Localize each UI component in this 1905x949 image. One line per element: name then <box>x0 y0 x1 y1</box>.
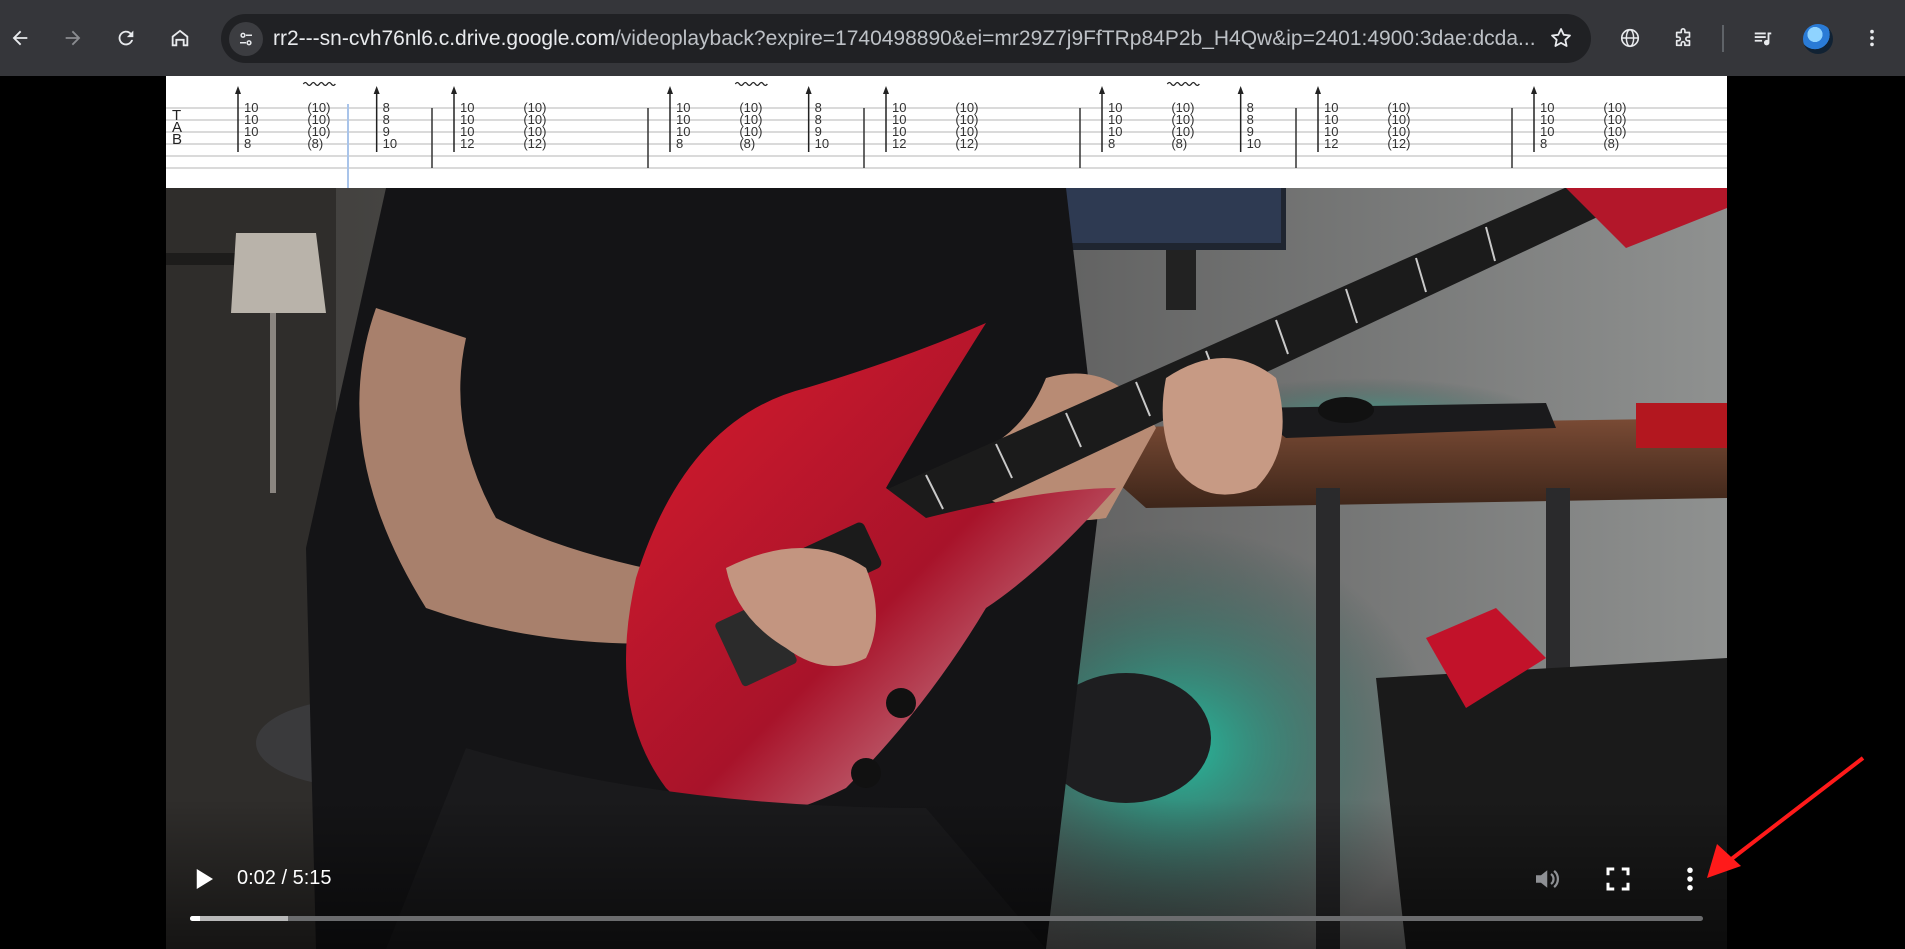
volume-icon[interactable] <box>1531 864 1561 894</box>
arrow-left-icon <box>12 30 28 46</box>
tab-vibrato-mark <box>302 81 336 87</box>
tab-fret-number: 8 <box>244 136 251 151</box>
video-player[interactable]: T A B 10 10 10 8 (10) (10) (10) (8) 8 8 9 10 10 10 10 12 (1… <box>166 76 1727 949</box>
star-icon[interactable] <box>1549 26 1573 50</box>
tab-fret-number: (12) <box>1387 136 1410 151</box>
tab-bend-arrowhead <box>667 86 673 94</box>
forward-button[interactable] <box>53 18 93 58</box>
tab-bend-arrowhead <box>1237 86 1244 94</box>
time-display: 0:02 / 5:15 <box>237 867 332 889</box>
translate-button[interactable] <box>1610 18 1650 58</box>
progress-bar[interactable] <box>190 916 1703 921</box>
tab-bend-arrowhead <box>1531 86 1537 94</box>
tab-fret-number: (8) <box>1171 136 1187 151</box>
tab-fret-number: 8 <box>1108 136 1115 151</box>
browser-menu-button[interactable] <box>1852 18 1892 58</box>
arrow-right-icon <box>65 30 81 46</box>
tab-fret-number: 8 <box>676 136 683 151</box>
media-control-icon <box>1754 32 1772 46</box>
progress-buffered <box>190 916 289 921</box>
home-button[interactable] <box>160 18 200 58</box>
site-info-button[interactable] <box>229 21 263 56</box>
tab-fret-number: 12 <box>1324 136 1338 151</box>
url-text[interactable]: rr2---sn-cvh76nl6.c.drive.google.com/vid… <box>273 27 1535 51</box>
tab-bend-arrowhead <box>373 86 380 94</box>
tune-icon <box>240 32 252 45</box>
tab-bend-arrowhead <box>1315 86 1321 94</box>
extensions-button[interactable] <box>1664 18 1704 58</box>
tab-fret-number: 8 <box>1540 136 1547 151</box>
tab-fret-number: (12) <box>955 136 978 151</box>
kebab-menu-icon <box>1870 29 1874 47</box>
puzzle-icon <box>1675 28 1691 47</box>
address-bar[interactable]: rr2---sn-cvh76nl6.c.drive.google.com/vid… <box>221 14 1591 63</box>
tab-bend-arrowhead <box>451 86 457 94</box>
tab-fret-number: (8) <box>739 136 755 151</box>
tab-fret-number: (8) <box>307 136 323 151</box>
progress-played <box>190 916 200 921</box>
browser-toolbar: rr2---sn-cvh76nl6.c.drive.google.com/vid… <box>0 0 1905 76</box>
avatar[interactable] <box>1803 24 1833 54</box>
guitar-tab-strip: TAB1010108(10)(10)(10)(8)8891010101012(1… <box>166 76 1727 188</box>
tab-vibrato-mark <box>1166 81 1200 87</box>
reload-icon <box>118 30 134 46</box>
tab-bend-arrowhead <box>883 86 889 94</box>
url-path: /videoplayback?expire=1740498890&ei=mr29… <box>614 26 1535 50</box>
annotation-arrow <box>1707 756 1865 878</box>
tab-fret-number: (8) <box>1603 136 1619 151</box>
url-host: rr2---sn-cvh76nl6.c.drive.google.com <box>273 26 615 50</box>
fullscreen-icon[interactable] <box>1603 864 1633 894</box>
tab-bend-arrowhead <box>1099 86 1105 94</box>
back-button[interactable] <box>0 18 40 58</box>
tab-fret-number: 10 <box>815 136 829 151</box>
tab-fret-number: 10 <box>1247 136 1261 151</box>
tab-fret-number: 12 <box>892 136 906 151</box>
tab-fret-number: (12) <box>523 136 546 151</box>
media-control-button[interactable] <box>1743 18 1783 58</box>
tab-bend-arrowhead <box>235 86 241 94</box>
tab-vibrato-mark <box>734 81 768 87</box>
tab-clef-letter: B <box>172 131 182 148</box>
tab-fret-number: 12 <box>460 136 474 151</box>
home-icon <box>171 29 189 47</box>
tab-bend-arrowhead <box>805 86 812 94</box>
globe-icon <box>1620 28 1640 48</box>
toolbar-divider <box>1722 25 1724 52</box>
controls-overlay <box>166 799 1727 949</box>
tab-fret-number: 10 <box>383 136 397 151</box>
play-icon[interactable] <box>188 864 218 894</box>
reload-button[interactable] <box>106 18 146 58</box>
